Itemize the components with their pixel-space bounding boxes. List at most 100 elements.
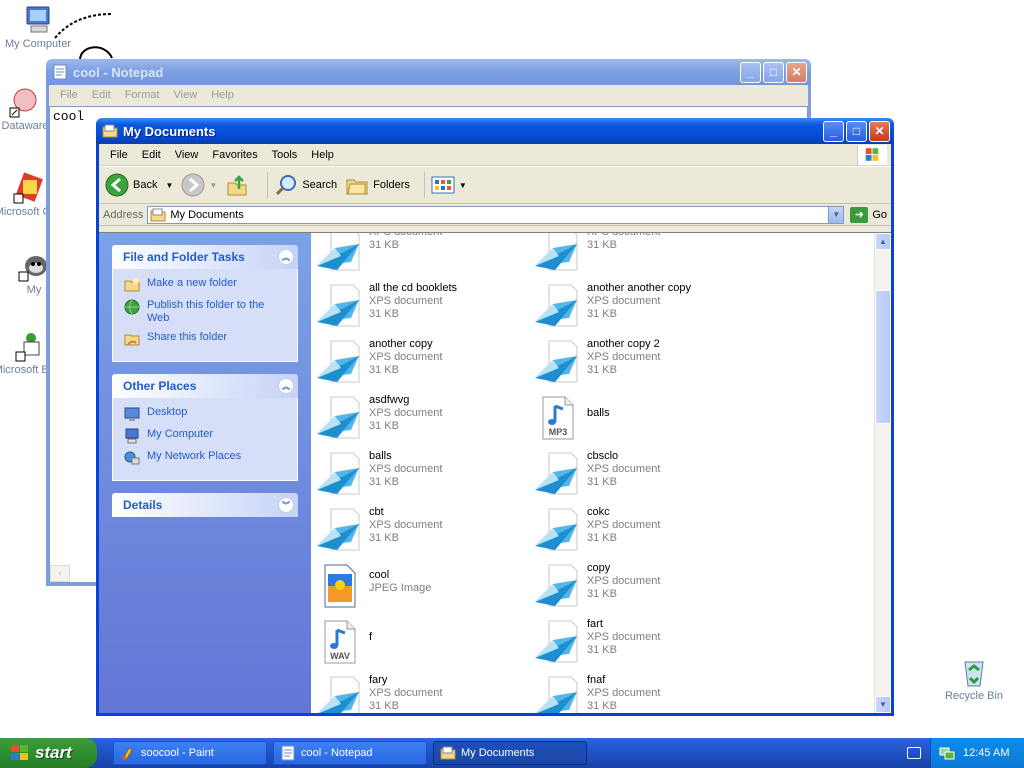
panel-header[interactable]: Details ︾ [112, 493, 298, 517]
taskbar-item-paint[interactable]: soocool - Paint [113, 741, 267, 765]
search-label: Search [302, 179, 338, 191]
menu-favorites[interactable]: Favorites [205, 149, 264, 161]
file-item[interactable]: copy XPS document 31 KB [533, 562, 751, 618]
menu-file[interactable]: File [103, 149, 135, 161]
menu-tools[interactable]: Tools [265, 149, 305, 161]
menu-format[interactable]: Format [118, 89, 167, 101]
file-badge: MP3 [549, 427, 568, 437]
file-text: balls XPS document 31 KB [369, 450, 442, 489]
file-item[interactable]: MP3 balls [533, 394, 751, 450]
desktop-link[interactable]: Desktop [124, 406, 287, 422]
my-computer-link[interactable]: My Computer [124, 428, 287, 444]
scroll-up-button[interactable]: ▲ [875, 233, 891, 250]
notepad-titlebar[interactable]: cool - Notepad _ □ ✕ [46, 59, 811, 85]
file-name: cool [369, 569, 390, 581]
xps-icon [533, 618, 581, 666]
file-item[interactable]: balls XPS document 31 KB [315, 450, 533, 506]
maximize-button[interactable]: □ [763, 61, 784, 83]
go-button[interactable]: ➜ Go [850, 206, 887, 223]
file-list[interactable]: XPS document31 KBXPS document31 KBall th… [311, 233, 891, 713]
file-item[interactable]: another copy XPS document 31 KB [315, 338, 533, 394]
notepad-icon [281, 745, 295, 761]
file-type: XPS document [587, 687, 661, 699]
close-button[interactable]: ✕ [786, 61, 807, 83]
file-item[interactable]: fary XPS document 31 KB [315, 674, 533, 713]
back-button[interactable]: Back ▼ [105, 173, 173, 197]
views-button[interactable]: ▼ [431, 175, 467, 195]
clock[interactable]: 12:45 AM [963, 747, 1009, 759]
file-text: cool JPEG Image [369, 569, 431, 595]
minimize-button[interactable]: _ [823, 120, 844, 142]
start-button[interactable]: start [0, 738, 97, 768]
file-text: fnaf XPS document 31 KB [587, 674, 660, 713]
taskbar-item-notepad[interactable]: cool - Notepad [273, 741, 427, 765]
panel-header[interactable]: Other Places ︽ [112, 374, 298, 398]
file-item[interactable]: fnaf XPS document 31 KB [533, 674, 751, 713]
maximize-button[interactable]: □ [846, 120, 867, 142]
file-type: XPS document [369, 519, 443, 531]
share-folder-link[interactable]: Share this folder [124, 331, 287, 347]
file-item[interactable]: cool JPEG Image [315, 562, 533, 618]
file-name: copy [587, 562, 611, 574]
file-item[interactable]: cbsclo XPS document 31 KB [533, 450, 751, 506]
expand-chevron-icon[interactable]: ︾ [278, 497, 294, 513]
search-button[interactable]: Search [274, 173, 337, 197]
file-item[interactable]: WAV f [315, 618, 533, 674]
collapse-chevron-icon[interactable]: ︽ [278, 249, 294, 265]
explorer-body: File and Folder Tasks ︽ Make a new folde… [99, 232, 891, 713]
horizontal-scrollbar[interactable]: ‹ [50, 565, 70, 582]
vertical-scrollbar[interactable]: ▲ ▼ [874, 233, 891, 713]
file-item[interactable]: cbt XPS document 31 KB [315, 506, 533, 562]
menu-help[interactable]: Help [204, 89, 241, 101]
make-new-folder-link[interactable]: Make a new folder [124, 277, 287, 293]
forward-button[interactable]: ▼ [181, 173, 217, 197]
file-name: cbt [369, 506, 384, 518]
menu-edit[interactable]: Edit [85, 89, 118, 101]
forward-dropdown-icon[interactable]: ▼ [209, 181, 217, 190]
panel-header[interactable]: File and Folder Tasks ︽ [112, 245, 298, 269]
collapse-chevron-icon[interactable]: ︽ [278, 378, 294, 394]
file-item[interactable]: fart XPS document 31 KB [533, 618, 751, 674]
menu-help[interactable]: Help [304, 149, 341, 161]
up-folder-button[interactable] [225, 173, 253, 197]
file-text: XPS document31 KB [587, 233, 660, 252]
address-input[interactable]: My Documents ▼ [147, 205, 845, 224]
desktop-icon-recycle-bin[interactable]: Recycle Bin [934, 656, 1014, 702]
file-type: JPEG Image [369, 582, 432, 594]
taskbar-item-my-documents[interactable]: My Documents [433, 741, 587, 765]
explorer-window[interactable]: My Documents _ □ ✕ File Edit View Favori… [96, 118, 894, 716]
file-item[interactable]: all the cd booklets XPS document 31 KB [315, 282, 533, 338]
desktop-icon-my-computer[interactable]: My Computer [0, 4, 78, 50]
scroll-thumb[interactable] [875, 290, 891, 424]
close-button[interactable]: ✕ [869, 120, 890, 142]
file-text: another copy 2 XPS document 31 KB [587, 338, 660, 377]
folders-icon [346, 179, 368, 195]
file-item[interactable]: another another copy XPS document 31 KB [533, 282, 751, 338]
menu-view[interactable]: View [167, 89, 205, 101]
menu-edit[interactable]: Edit [135, 149, 168, 161]
file-item[interactable]: another copy 2 XPS document 31 KB [533, 338, 751, 394]
file-item[interactable]: cokc XPS document 31 KB [533, 506, 751, 562]
network-tray-icon[interactable] [939, 745, 955, 761]
file-type: XPS document [369, 295, 443, 307]
file-item[interactable]: XPS document31 KB [315, 233, 533, 282]
menu-view[interactable]: View [168, 149, 206, 161]
back-dropdown-icon[interactable]: ▼ [165, 181, 173, 190]
explorer-titlebar[interactable]: My Documents _ □ ✕ [96, 118, 894, 144]
file-text: all the cd booklets XPS document 31 KB [369, 282, 457, 321]
scroll-down-button[interactable]: ▼ [875, 696, 891, 713]
other-places-panel: Other Places ︽ Desktop My Computer My Ne… [112, 374, 298, 481]
taskbar: start soocool - Paint cool - Notepad My … [0, 738, 1024, 768]
file-item[interactable]: asdfwvg XPS document 31 KB [315, 394, 533, 450]
my-network-places-link[interactable]: My Network Places [124, 450, 287, 466]
system-tray: 12:45 AM [930, 738, 1024, 768]
address-dropdown-icon[interactable]: ▼ [828, 206, 844, 223]
xps-icon [315, 506, 363, 554]
folders-button[interactable]: Folders [345, 173, 410, 197]
menu-file[interactable]: File [53, 89, 85, 101]
keyboard-icon[interactable] [907, 747, 921, 759]
file-name: cbsclo [587, 450, 619, 462]
file-item[interactable]: XPS document31 KB [533, 233, 751, 282]
publish-to-web-link[interactable]: Publish this folder to the Web [124, 299, 287, 325]
minimize-button[interactable]: _ [740, 61, 761, 83]
